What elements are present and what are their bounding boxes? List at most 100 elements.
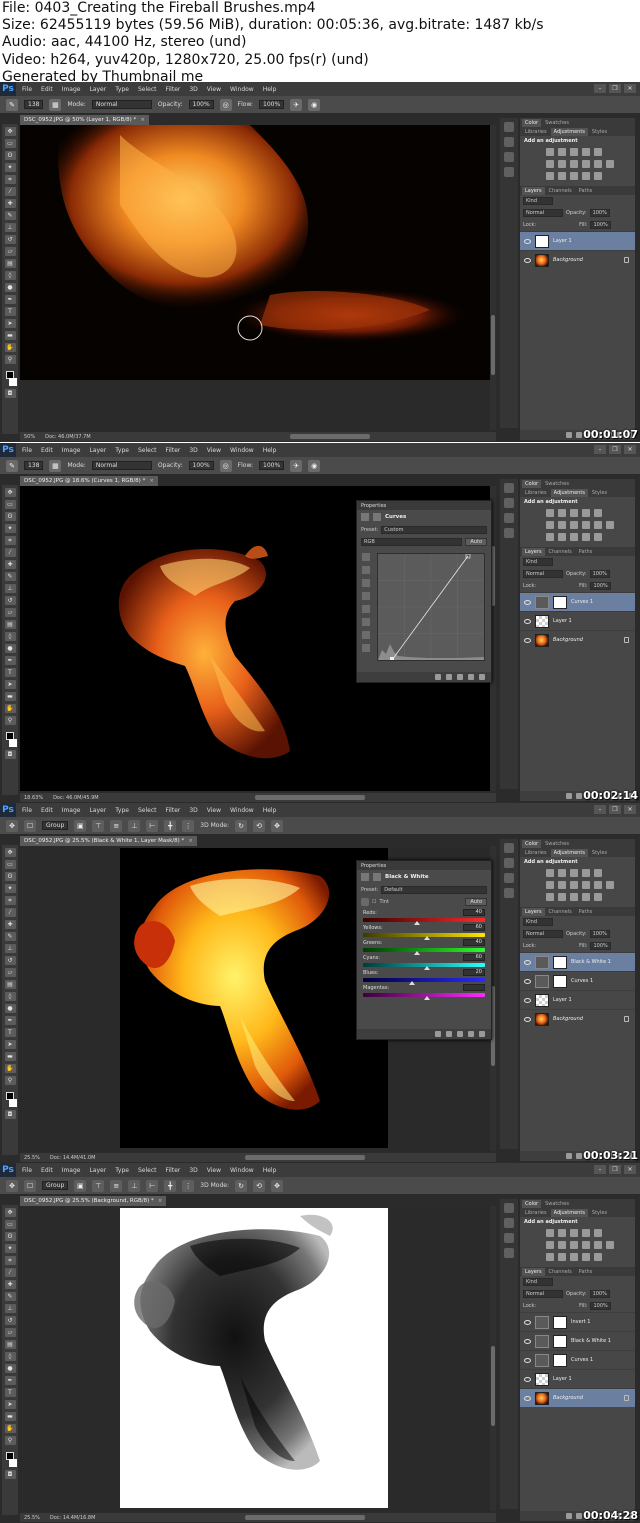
- menu-file[interactable]: File: [22, 86, 32, 93]
- mask-icon[interactable]: [373, 513, 381, 521]
- link-layers-icon[interactable]: [566, 1513, 572, 1519]
- flow-field[interactable]: 100%: [259, 100, 285, 109]
- tab-paths[interactable]: Paths: [576, 187, 596, 195]
- layer-mask-thumbnail[interactable]: [553, 1315, 567, 1329]
- selective-color-icon[interactable]: [594, 172, 602, 180]
- color-slider[interactable]: Reds: 40: [357, 908, 491, 925]
- fill-field[interactable]: 100%: [590, 942, 611, 950]
- quick-mask-icon[interactable]: ◘: [4, 389, 16, 398]
- brightness-icon[interactable]: [546, 869, 554, 877]
- reset-icon[interactable]: [457, 674, 463, 680]
- crop-tool-icon[interactable]: ⌗: [4, 536, 16, 545]
- tab-paths[interactable]: Paths: [576, 1268, 596, 1276]
- menu-help[interactable]: Help: [263, 86, 277, 93]
- slider-knob[interactable]: [424, 966, 430, 970]
- roll-3d-icon[interactable]: ⟲: [253, 819, 265, 832]
- restore-icon[interactable]: ❐: [609, 445, 621, 454]
- eyedropper-tool-icon[interactable]: ⁄: [4, 187, 16, 196]
- transform-controls-icon[interactable]: ▣: [74, 819, 87, 832]
- quick-mask-icon[interactable]: ◘: [4, 1110, 16, 1119]
- invert-icon[interactable]: [546, 1253, 554, 1261]
- blend-mode-select[interactable]: Normal: [523, 209, 563, 217]
- hue-sat-icon[interactable]: [546, 521, 554, 529]
- slider-value[interactable]: 40: [463, 939, 485, 946]
- tab-swatches[interactable]: Swatches: [542, 840, 572, 848]
- menu-edit[interactable]: Edit: [41, 1167, 53, 1174]
- restore-icon[interactable]: ❐: [609, 1165, 621, 1174]
- slider-knob[interactable]: [409, 981, 416, 985]
- auto-select-target[interactable]: Group: [42, 1181, 69, 1190]
- brush-presets-icon[interactable]: [504, 528, 514, 538]
- hand-tool-icon[interactable]: ✋: [4, 1064, 16, 1073]
- quick-select-tool-icon[interactable]: ✦: [4, 524, 16, 533]
- opacity-field[interactable]: 100%: [188, 461, 214, 470]
- info-panel-icon[interactable]: [504, 513, 514, 523]
- close-icon[interactable]: ✕: [624, 445, 636, 454]
- brush-panel-icon[interactable]: ▦: [49, 459, 62, 472]
- tab-adjustments[interactable]: Adjustments: [550, 489, 588, 497]
- slider-track[interactable]: [363, 933, 485, 940]
- blur-tool-icon[interactable]: ◊: [4, 1352, 16, 1361]
- visibility-eye-icon[interactable]: [524, 997, 531, 1003]
- blur-tool-icon[interactable]: ◊: [4, 992, 16, 1001]
- restore-icon[interactable]: ❐: [609, 805, 621, 814]
- smooth-icon[interactable]: [362, 631, 370, 639]
- exposure-icon[interactable]: [582, 148, 590, 156]
- minimize-icon[interactable]: –: [594, 805, 606, 814]
- layer-row[interactable]: Curves 1: [520, 592, 635, 611]
- horizontal-scrollbar[interactable]: [245, 1515, 365, 1520]
- hue-sat-icon[interactable]: [546, 160, 554, 168]
- menu-window[interactable]: Window: [230, 1167, 254, 1174]
- selective-color-icon[interactable]: [594, 893, 602, 901]
- align-bottom-icon[interactable]: ⊥: [128, 819, 141, 832]
- curves-graph[interactable]: [377, 553, 485, 661]
- black-white-icon[interactable]: [570, 1241, 578, 1249]
- info-panel-icon[interactable]: [504, 152, 514, 162]
- menu-3d[interactable]: 3D: [189, 807, 197, 814]
- curves-icon[interactable]: [570, 148, 578, 156]
- brightness-icon[interactable]: [546, 509, 554, 517]
- slider-knob[interactable]: [424, 996, 430, 1000]
- tab-libraries[interactable]: Libraries: [522, 1209, 550, 1217]
- gradient-map-icon[interactable]: [582, 533, 590, 541]
- brush-tool-icon[interactable]: ✎: [6, 98, 18, 111]
- pressure-opacity-icon[interactable]: ◎: [219, 459, 232, 472]
- color-balance-icon[interactable]: [558, 160, 566, 168]
- move-tool-icon[interactable]: ✥: [6, 1179, 18, 1192]
- slider-value[interactable]: 20: [463, 969, 485, 976]
- menu-layer[interactable]: Layer: [89, 447, 106, 454]
- menu-3d[interactable]: 3D: [189, 1167, 197, 1174]
- brush-presets-icon[interactable]: [504, 888, 514, 898]
- shape-tool-icon[interactable]: ▬: [4, 1412, 16, 1421]
- shape-tool-icon[interactable]: ▬: [4, 692, 16, 701]
- document-tab[interactable]: DSC_0952.JPG @ 25.5% (Black & White 1, L…: [20, 836, 197, 846]
- slider-value[interactable]: 60: [463, 924, 485, 931]
- black-point-eyedropper-icon[interactable]: [362, 566, 370, 574]
- color-slider[interactable]: Magentas:: [357, 983, 491, 1000]
- opacity-field[interactable]: 100%: [188, 100, 214, 109]
- quick-mask-icon[interactable]: ◘: [4, 750, 16, 759]
- path-select-tool-icon[interactable]: ➤: [4, 680, 16, 689]
- slider-value[interactable]: 60: [463, 954, 485, 961]
- channel-select[interactable]: RGB: [361, 538, 463, 546]
- layer-opacity-field[interactable]: 100%: [589, 930, 610, 938]
- minimize-icon[interactable]: –: [594, 445, 606, 454]
- zoom-tool-icon[interactable]: ⚲: [4, 1076, 16, 1085]
- pen-tool-icon[interactable]: ✒: [4, 295, 16, 304]
- history-brush-icon[interactable]: ↺: [4, 596, 16, 605]
- menu-help[interactable]: Help: [263, 1167, 277, 1174]
- horizontal-scrollbar[interactable]: [245, 1155, 365, 1160]
- clipping-warning-icon[interactable]: [362, 644, 370, 652]
- lasso-tool-icon[interactable]: ʘ: [4, 1232, 16, 1241]
- selective-color-icon[interactable]: [594, 1253, 602, 1261]
- invert-icon[interactable]: [546, 893, 554, 901]
- slider-track[interactable]: [363, 918, 485, 925]
- slider-track[interactable]: [363, 963, 485, 970]
- layer-row[interactable]: Layer 1: [520, 231, 635, 250]
- brush-tool-icon[interactable]: ✎: [4, 1292, 16, 1301]
- tab-channels[interactable]: Channels: [546, 908, 575, 916]
- tab-layers[interactable]: Layers: [522, 1268, 545, 1276]
- slider-track[interactable]: [363, 978, 485, 985]
- pen-tool-icon[interactable]: ✒: [4, 1016, 16, 1025]
- brush-tool-icon[interactable]: ✎: [4, 211, 16, 220]
